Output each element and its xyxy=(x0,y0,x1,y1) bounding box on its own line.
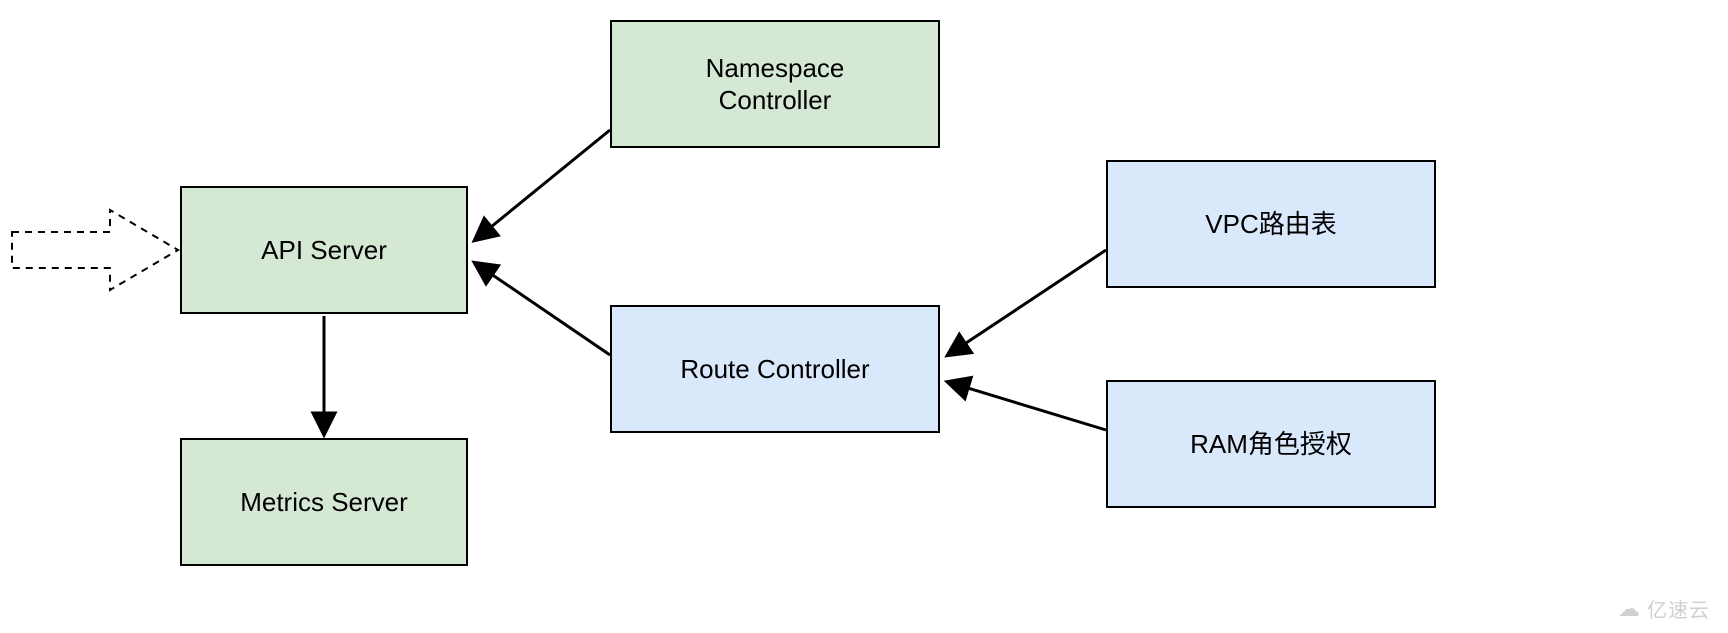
watermark: ☁ 亿速云 xyxy=(1618,594,1710,623)
edge-vpc-to-route xyxy=(948,250,1106,355)
node-label: VPC路由表 xyxy=(1205,208,1336,241)
cloud-icon: ☁ xyxy=(1618,596,1641,622)
edge-namespace-to-api xyxy=(475,130,610,240)
node-route-controller: Route Controller xyxy=(610,305,940,433)
node-label: Metrics Server xyxy=(240,486,408,519)
edge-external-to-api xyxy=(12,210,178,290)
watermark-text: 亿速云 xyxy=(1647,594,1710,623)
node-ram-role-auth: RAM角色授权 xyxy=(1106,380,1436,508)
edge-ram-to-route xyxy=(948,382,1106,430)
node-label: API Server xyxy=(261,234,387,267)
node-label: RAM角色授权 xyxy=(1190,428,1352,461)
edge-route-to-api xyxy=(475,263,610,355)
node-api-server: API Server xyxy=(180,186,468,314)
node-vpc-route-table: VPC路由表 xyxy=(1106,160,1436,288)
node-metrics-server: Metrics Server xyxy=(180,438,468,566)
node-label: Route Controller xyxy=(680,353,869,386)
node-label: Namespace Controller xyxy=(706,52,845,117)
node-namespace-controller: Namespace Controller xyxy=(610,20,940,148)
